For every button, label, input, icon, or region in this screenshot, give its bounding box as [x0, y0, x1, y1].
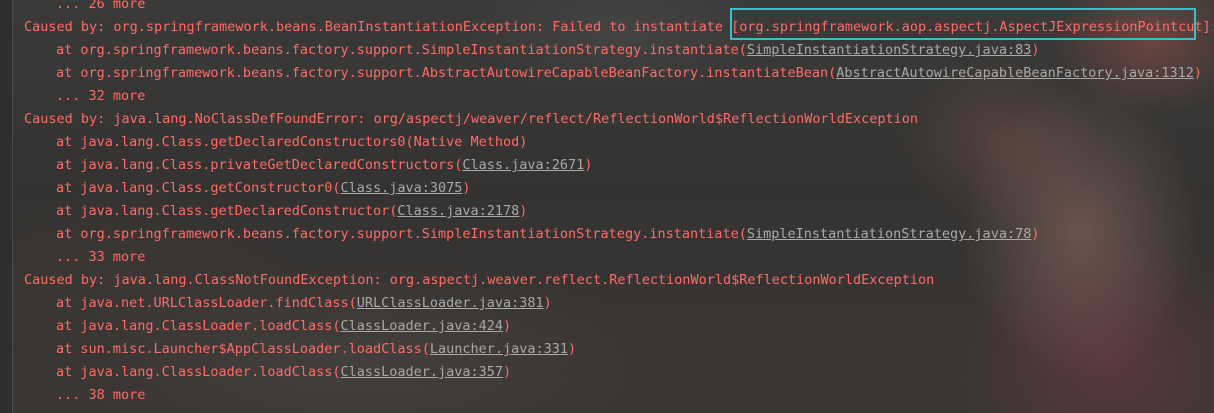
source-file-link[interactable]: Class.java:3075 — [340, 180, 462, 196]
source-file-link[interactable]: URLClassLoader.java:381 — [357, 295, 544, 311]
more-frames-text: ... 38 more — [56, 387, 146, 403]
source-file-link[interactable]: AbstractAutowireCapableBeanFactory.java:… — [836, 65, 1194, 81]
stack-trace: ... 26 more Caused by: org.springframewor… — [24, 0, 1214, 407]
stack-frame-line: at java.net.URLClassLoader.findClass(URL… — [24, 292, 1214, 315]
stack-frame-close-paren: ) — [503, 364, 512, 380]
stack-frame-method: at org.springframework.beans.factory.sup… — [56, 226, 747, 242]
more-frames-line: ... 32 more — [24, 85, 1214, 108]
stack-frame-method: at org.springframework.beans.factory.sup… — [56, 65, 837, 81]
stack-frame-line: at java.lang.Class.getDeclaredConstructo… — [24, 131, 1214, 154]
stack-frame-method: at sun.misc.Launcher$AppClassLoader.load… — [56, 341, 430, 357]
stack-frame-close-paren: ) — [1031, 226, 1040, 242]
stack-frame-method: at java.lang.Class.getDeclaredConstructo… — [56, 203, 398, 219]
stack-frame-method: at java.lang.Class.getDeclaredConstructo… — [56, 134, 528, 150]
more-frames-text: ... 26 more — [56, 0, 146, 12]
stack-frame-close-paren: ) — [543, 295, 552, 311]
stack-frame-close-paren: ) — [584, 157, 593, 173]
caused-by-text: Caused by: java.lang.ClassNotFoundExcept… — [24, 272, 935, 288]
stack-frame-line: at java.lang.Class.getDeclaredConstructo… — [24, 200, 1214, 223]
stack-frame-close-paren: ) — [1193, 65, 1203, 81]
stack-frame-close-paren: ) — [568, 341, 577, 357]
source-file-link[interactable]: ClassLoader.java:357 — [340, 364, 503, 380]
source-file-link[interactable]: Class.java:2178 — [397, 203, 519, 219]
caused-by-line: Caused by: java.lang.NoClassDefFoundErro… — [24, 108, 1214, 131]
stack-frame-method: at java.lang.ClassLoader.loadClass( — [56, 318, 341, 334]
caused-by-line: Caused by: org.springframework.beans.Bea… — [24, 16, 1214, 39]
stack-frame-line: at org.springframework.beans.factory.sup… — [24, 39, 1214, 62]
source-file-link[interactable]: Class.java:2671 — [462, 157, 584, 173]
stack-frame-line: at org.springframework.beans.factory.sup… — [24, 223, 1214, 246]
stack-frame-line: at sun.misc.Launcher$AppClassLoader.load… — [24, 338, 1214, 361]
stack-frame-line: at java.lang.Class.privateGetDeclaredCon… — [24, 154, 1214, 177]
stack-frame-method: at java.net.URLClassLoader.findClass( — [56, 295, 357, 311]
stack-frame-method: at java.lang.Class.getConstructor0( — [56, 180, 341, 196]
source-file-link[interactable]: ClassLoader.java:424 — [340, 318, 503, 334]
more-frames-line: ... 26 more — [24, 0, 1214, 16]
stack-frame-close-paren: ) — [503, 318, 512, 334]
stack-frame-close-paren: ) — [1031, 42, 1040, 58]
stack-frame-close-paren: ) — [519, 203, 528, 219]
stack-frame-line: at java.lang.Class.getConstructor0(Class… — [24, 177, 1214, 200]
more-frames-line: ... 38 more — [24, 384, 1214, 407]
caused-by-text: Caused by: org.springframework.beans.Bea… — [24, 19, 1214, 35]
caused-by-line: Caused by: java.lang.ClassNotFoundExcept… — [24, 269, 1214, 292]
source-file-link[interactable]: SimpleInstantiationStrategy.java:78 — [747, 226, 1031, 242]
stack-frame-method: at java.lang.ClassLoader.loadClass( — [56, 364, 341, 380]
stack-frame-close-paren: ) — [462, 180, 471, 196]
caused-by-text: Caused by: java.lang.NoClassDefFoundErro… — [24, 111, 919, 127]
more-frames-line: ... 33 more — [24, 246, 1214, 269]
stack-frame-line: at org.springframework.beans.factory.sup… — [24, 62, 1214, 85]
stack-frame-line: at java.lang.ClassLoader.loadClass(Class… — [24, 315, 1214, 338]
source-file-link[interactable]: SimpleInstantiationStrategy.java:83 — [747, 42, 1031, 58]
more-frames-text: ... 32 more — [56, 88, 146, 104]
more-frames-text: ... 33 more — [56, 249, 146, 265]
source-file-link[interactable]: Launcher.java:331 — [430, 341, 568, 357]
stack-frame-method: at org.springframework.beans.factory.sup… — [56, 42, 747, 58]
console-gutter — [0, 0, 13, 413]
stack-frame-line: at java.lang.ClassLoader.loadClass(Class… — [24, 361, 1214, 384]
stack-frame-method: at java.lang.Class.privateGetDeclaredCon… — [56, 157, 463, 173]
console-output: ... 26 more Caused by: org.springframewor… — [0, 0, 1214, 413]
